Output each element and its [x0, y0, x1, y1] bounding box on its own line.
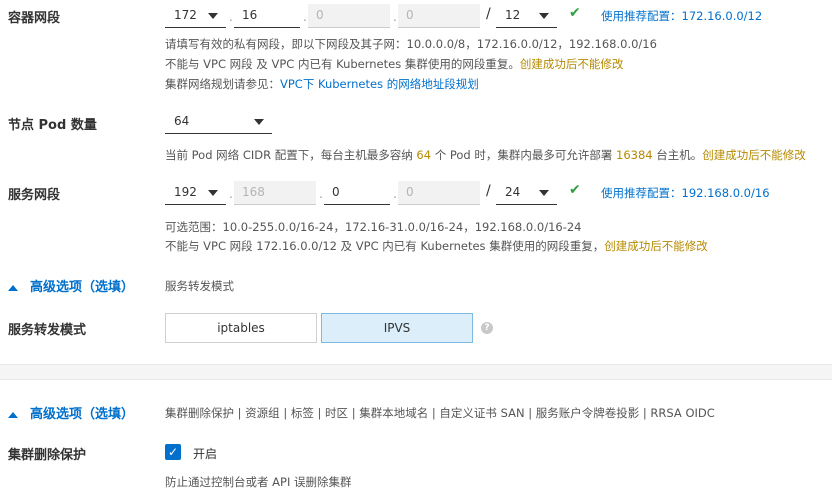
service-cidr-octet1-value: 192 [174, 185, 197, 199]
container-cidr-recommend-link[interactable]: 使用推荐配置：172.16.0.0/12 [601, 8, 762, 24]
node-pod-max-hosts: 16384 [616, 148, 653, 162]
service-cidr-octet4-input[interactable]: 0 [398, 181, 480, 205]
slash-separator: / [486, 6, 491, 22]
node-pod-help-text-c: 台主机。 [652, 148, 703, 162]
node-pod-value: 64 [174, 114, 190, 128]
container-cidr-help2-text: 不能与 VPC 网段 及 VPC 内已有 Kubernetes 集群使用的网段重… [165, 57, 520, 71]
container-cidr-octet2-input[interactable]: 16 [234, 4, 300, 28]
section-divider [0, 364, 832, 380]
service-cidr-help1: 可选范围：10.0-255.0.0/16-24，172.16-31.0.0/16… [165, 220, 582, 234]
proxy-mode-iptables-option[interactable]: iptables [165, 313, 317, 343]
node-pod-help-text-a: 当前 Pod 网络 CIDR 配置下，每台主机最多容纳 [165, 148, 417, 162]
node-pod-help: 当前 Pod 网络 CIDR 配置下，每台主机最多容纳 64 个 Pod 时，集… [165, 147, 806, 163]
chevron-up-icon [8, 284, 18, 291]
delete-protection-checkbox[interactable]: ✓ [165, 444, 181, 460]
advanced-options-toggle[interactable]: 高级选项（选填） [8, 276, 134, 295]
chevron-down-icon [254, 119, 264, 125]
delete-protection-checkbox-label: 开启 [193, 447, 218, 461]
container-cidr-mask-value: 12 [505, 8, 521, 22]
service-cidr-mask-value: 24 [505, 185, 521, 199]
node-pod-label: 节点 Pod 数量 [8, 118, 97, 133]
node-pod-select[interactable]: 64 [165, 110, 272, 134]
dot-separator: . [393, 187, 397, 201]
service-cidr-octet1-select[interactable]: 192 [165, 181, 226, 205]
node-pod-help-warning: 创建成功后不能修改 [702, 148, 806, 162]
container-cidr-octet3-input[interactable]: 0 [308, 4, 390, 28]
container-cidr-mask-select[interactable]: 12 [496, 4, 557, 28]
dot-separator: . [303, 10, 307, 24]
dot-separator: . [229, 187, 233, 201]
service-cidr-octet3-value: 0 [332, 185, 340, 199]
chevron-down-icon [208, 190, 218, 196]
dot-separator: . [229, 10, 233, 24]
help-icon[interactable]: ? [481, 322, 493, 334]
check-icon: ✔ [569, 182, 581, 198]
service-cidr-help2: 不能与 VPC 网段 172.16.0.0/12 及 VPC 内已有 Kuber… [165, 238, 708, 254]
check-icon: ✔ [569, 5, 581, 21]
chevron-up-icon [8, 411, 18, 418]
service-cidr-label: 服务网段 [8, 188, 61, 203]
container-cidr-octet3-value: 0 [316, 8, 324, 22]
dot-separator: . [393, 10, 397, 24]
proxy-mode-ipvs-option[interactable]: IPVS [321, 313, 473, 343]
container-cidr-octet4-value: 0 [406, 8, 414, 22]
node-pod-max-pods: 64 [416, 148, 432, 162]
slash-separator: / [486, 183, 491, 199]
service-cidr-octet2-value: 168 [242, 185, 265, 199]
service-cidr-help2-warning: 创建成功后不能修改 [604, 239, 708, 253]
service-cidr-mask-select[interactable]: 24 [496, 181, 557, 205]
advanced-options-2-label: 高级选项（选填） [30, 407, 135, 422]
delete-protection-help: 防止通过控制台或者 API 误删除集群 [165, 475, 352, 489]
service-cidr-octet2-input[interactable]: 168 [234, 181, 316, 205]
container-cidr-label: 容器网段 [8, 11, 61, 26]
container-cidr-octet1-value: 172 [174, 8, 197, 22]
service-cidr-octet3-input[interactable]: 0 [324, 181, 390, 205]
advanced-options-label: 高级选项（选填） [30, 280, 135, 295]
delete-protection-label: 集群删除保护 [8, 448, 87, 463]
container-cidr-help2: 不能与 VPC 网段 及 VPC 内已有 Kubernetes 集群使用的网段重… [165, 56, 623, 72]
dot-separator: . [319, 187, 323, 201]
container-cidr-octet2-value: 16 [242, 8, 258, 22]
container-cidr-help2-warning: 创建成功后不能修改 [519, 57, 624, 71]
container-cidr-octet1-select[interactable]: 172 [165, 4, 226, 28]
chevron-down-icon [208, 13, 218, 19]
service-cidr-recommend-link[interactable]: 使用推荐配置：192.168.0.0/16 [601, 185, 770, 201]
service-cidr-octet4-value: 0 [406, 185, 414, 199]
container-cidr-help3: 集群网络规划请参见：VPC下 Kubernetes 的网络地址段规划 [165, 76, 479, 92]
advanced-options-2-desc: 集群删除保护 | 资源组 | 标签 | 时区 | 集群本地域名 | 自定义证书 … [165, 406, 715, 420]
container-cidr-octet4-input[interactable]: 0 [398, 4, 480, 28]
advanced-options-desc: 服务转发模式 [165, 279, 234, 293]
network-planning-link[interactable]: VPC下 Kubernetes 的网络地址段规划 [280, 77, 479, 91]
node-pod-help-text-b: 个 Pod 时，集群内最多可允许部署 [431, 148, 617, 162]
container-cidr-help1: 请填写有效的私有网段，即以下网段及其子网：10.0.0.0/8，172.16.0… [165, 37, 657, 51]
chevron-down-icon [539, 190, 549, 196]
check-icon: ✓ [167, 445, 179, 459]
advanced-options-2-toggle[interactable]: 高级选项（选填） [8, 403, 134, 422]
service-cidr-help2-text: 不能与 VPC 网段 172.16.0.0/12 及 VPC 内已有 Kuber… [165, 239, 605, 253]
chevron-down-icon [539, 13, 549, 19]
container-cidr-help3-text: 集群网络规划请参见： [165, 77, 280, 91]
proxy-mode-label: 服务转发模式 [8, 323, 87, 338]
